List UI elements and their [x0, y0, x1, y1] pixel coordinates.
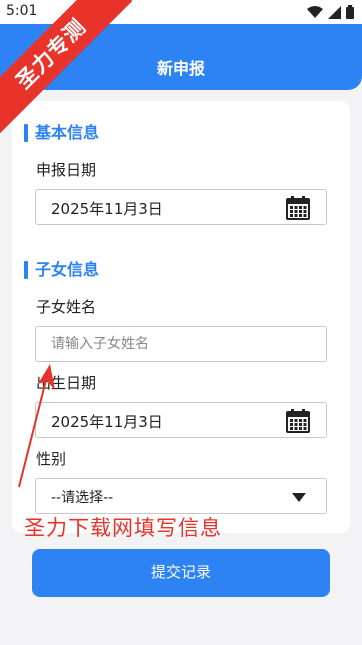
submit-button[interactable]: 提交记录 — [32, 549, 330, 597]
report-date-value: 2025年11月3日 — [51, 200, 163, 218]
child-name-label: 子女姓名 — [36, 298, 97, 316]
child-name-field[interactable] — [35, 326, 327, 362]
gender-select[interactable]: --请选择-- — [35, 478, 327, 514]
status-bar: 5:01 — [0, 0, 362, 24]
gender-label: 性别 — [36, 450, 67, 468]
birth-date-value: 2025年11月3日 — [51, 413, 163, 431]
birth-date-field[interactable]: 2025年11月3日 — [35, 402, 327, 438]
status-time: 5:01 — [6, 3, 38, 19]
child-name-input[interactable] — [36, 327, 326, 361]
birth-date-label: 出生日期 — [36, 374, 97, 392]
battery-icon — [346, 5, 354, 19]
signal-icon — [328, 5, 341, 19]
gender-selected-value: --请选择-- — [51, 490, 114, 506]
watermark-annotation-text: 圣力下载网填写信息 — [24, 516, 222, 540]
calendar-icon[interactable] — [286, 409, 310, 433]
report-date-field[interactable]: 2025年11月3日 — [35, 189, 327, 225]
section-title-basic-info: 基本信息 — [24, 123, 99, 143]
report-date-label: 申报日期 — [36, 161, 97, 179]
dropdown-caret-icon — [292, 493, 306, 502]
calendar-icon[interactable] — [286, 196, 310, 220]
section-title-child-info: 子女信息 — [24, 260, 99, 280]
form-card: 基本信息 申报日期 2025年11月3日 子女信息 子女姓名 出生日期 2025… — [12, 101, 350, 533]
wifi-icon — [307, 5, 323, 18]
status-icons — [307, 5, 354, 19]
